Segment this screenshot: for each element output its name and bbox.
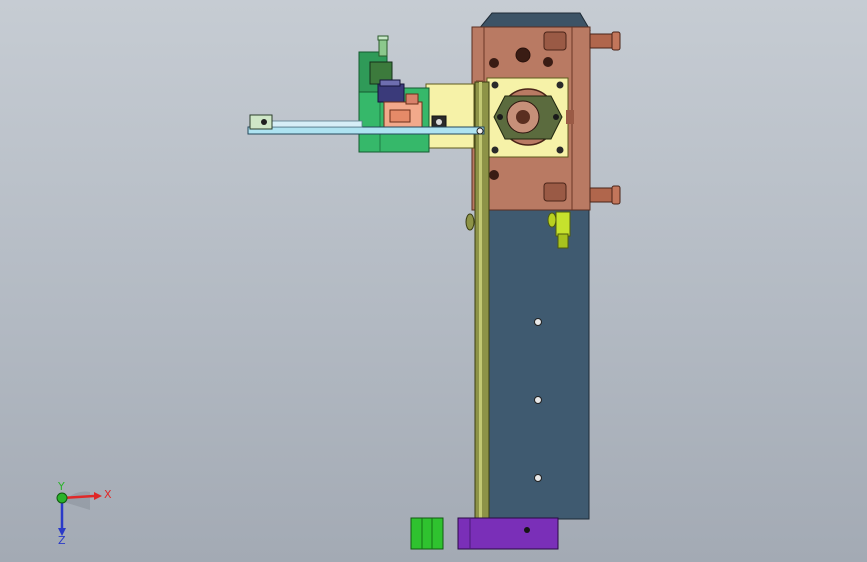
green-foot[interactable] bbox=[410, 517, 444, 550]
steel-plate[interactable] bbox=[487, 205, 590, 520]
coupling-bolt-a bbox=[497, 114, 503, 120]
bolt-upper-right[interactable] bbox=[589, 31, 621, 51]
cylinder-rod-top bbox=[378, 37, 388, 57]
y-axis-dot bbox=[56, 492, 68, 504]
fitting-b bbox=[566, 110, 574, 124]
triad-shadow-arc bbox=[64, 491, 90, 510]
cylinder-rod-tip bbox=[377, 35, 389, 41]
cyan-arm-slot bbox=[267, 120, 363, 128]
plate-hole-1 bbox=[534, 318, 542, 326]
cyan-arm[interactable] bbox=[247, 126, 485, 135]
flange-bolt-1 bbox=[491, 81, 499, 89]
cad-viewport[interactable] bbox=[0, 0, 867, 562]
manifold-top-port bbox=[543, 31, 567, 51]
x-axis-label: X bbox=[104, 488, 112, 501]
flange-bolt-3 bbox=[491, 146, 499, 154]
manifold-top-hole bbox=[515, 47, 531, 63]
bolt-lower-right[interactable] bbox=[589, 185, 621, 205]
flange-bolt-4 bbox=[556, 146, 564, 154]
navy-block[interactable] bbox=[377, 83, 405, 103]
manifold-bottom-port bbox=[543, 182, 567, 202]
purple-foot[interactable] bbox=[457, 517, 559, 550]
plate-hole-3 bbox=[534, 474, 542, 482]
pink-gripper-slot bbox=[389, 109, 411, 123]
manifold-hole-left bbox=[489, 58, 499, 68]
z-axis-label: Z bbox=[58, 534, 66, 546]
manifold-hole-right bbox=[543, 57, 553, 67]
arm-pivot bbox=[476, 127, 484, 135]
navy-block-top bbox=[379, 79, 401, 87]
flange-bolt-2 bbox=[556, 81, 564, 89]
plate-hole-2 bbox=[534, 396, 542, 404]
x-axis-head bbox=[94, 492, 102, 500]
guide-rod-highlight bbox=[479, 82, 482, 519]
arm-end-bolt bbox=[261, 119, 267, 125]
orientation-triad[interactable]: X Y Z bbox=[44, 482, 124, 546]
arm-connector-pin bbox=[436, 119, 442, 125]
coupling-bolt-b bbox=[553, 114, 559, 120]
manifold-bottom-hole bbox=[489, 170, 499, 180]
purple-foot-hole bbox=[524, 527, 530, 533]
y-axis-label: Y bbox=[57, 482, 65, 493]
pink-gripper-mount bbox=[405, 93, 419, 105]
coupling-bore bbox=[516, 110, 530, 124]
rod-collar bbox=[465, 213, 475, 231]
